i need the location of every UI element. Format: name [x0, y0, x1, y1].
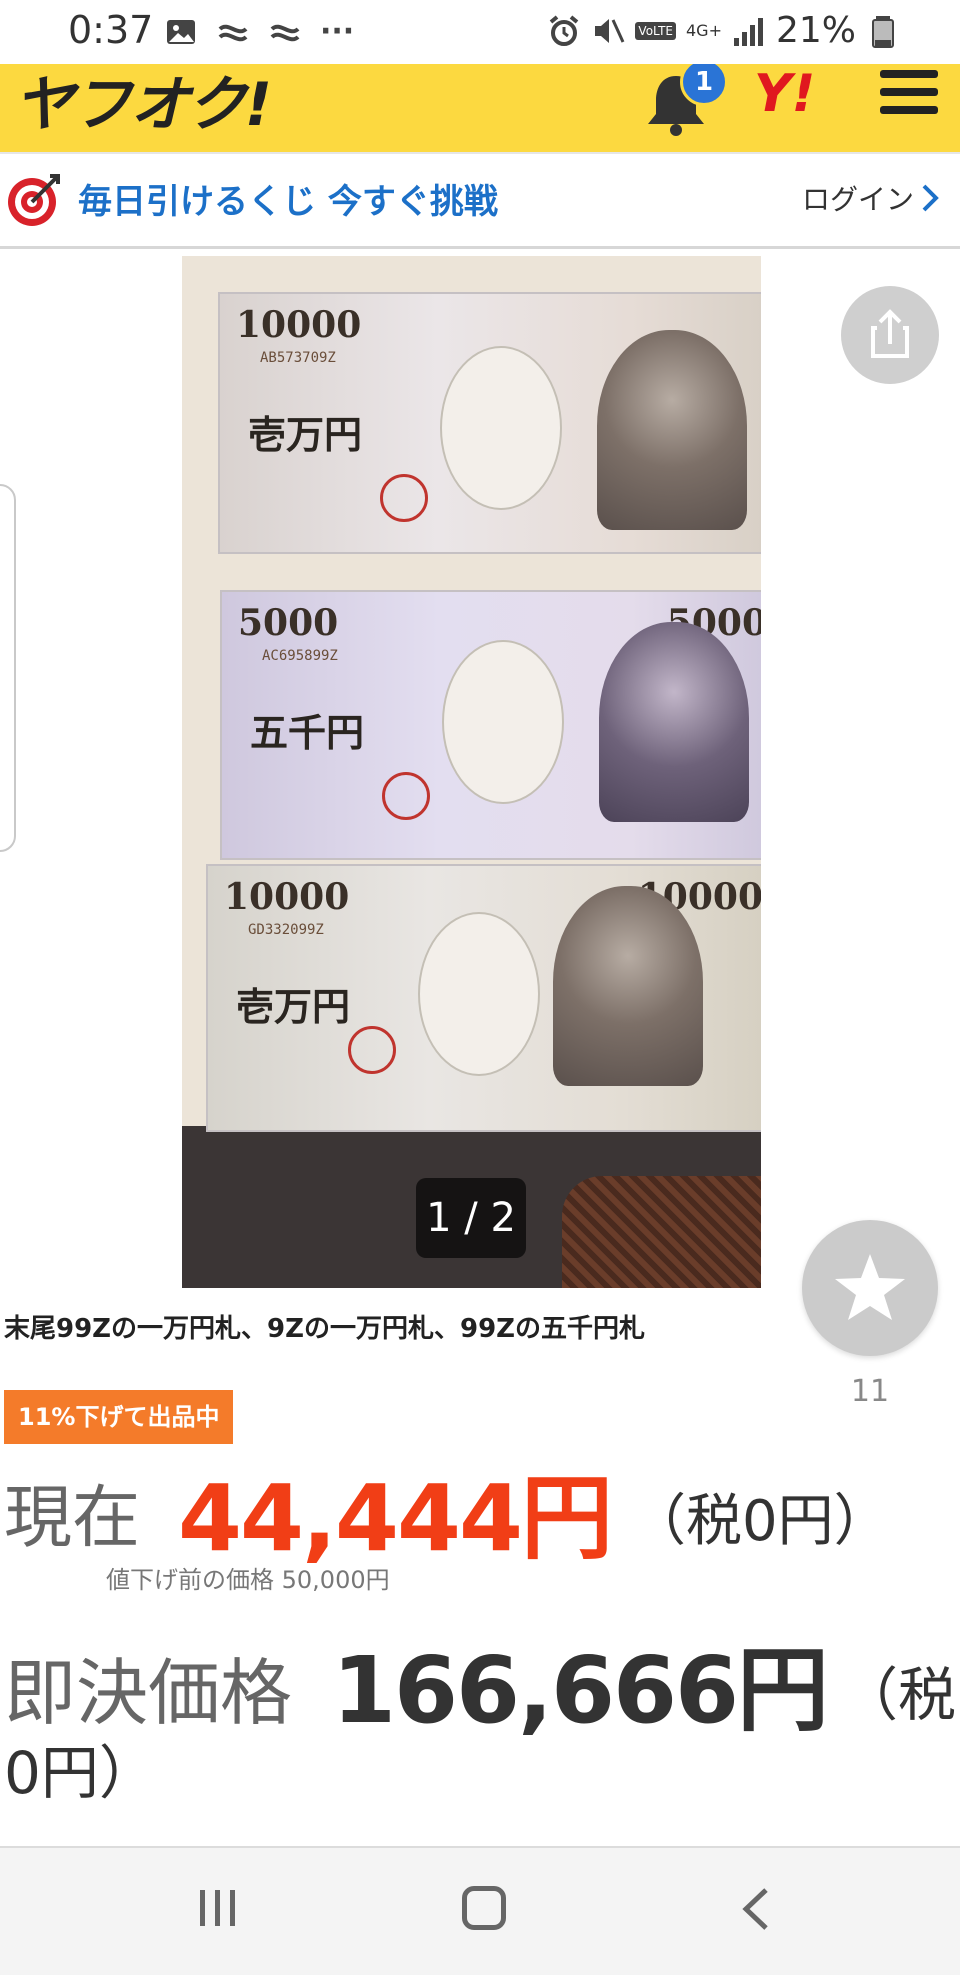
note-serial: AB573709Z [260, 350, 336, 366]
login-link[interactable]: ログイン [802, 178, 940, 218]
note-watermark [442, 640, 564, 804]
fan-icon [218, 24, 248, 41]
note-kanji: 壱万円 [248, 412, 363, 457]
image-counter: 1 / 2 [416, 1178, 526, 1258]
watchlist-count: 11 [850, 1374, 890, 1409]
item-title: 末尾99Zの一万円札、9Zの一万円札、99Zの五千円札 [4, 1314, 646, 1344]
fan-icon-2 [270, 24, 300, 41]
notification-badge: 1 [680, 64, 728, 106]
share-icon [871, 309, 909, 358]
status-time: 0:37 [68, 8, 154, 52]
current-price: 44,444円 [178, 1465, 613, 1572]
banknote-5000: 5000 5000 AC695899Z 五千円 [220, 590, 761, 860]
price-before-discount: 値下げ前の価格 50,000円 [106, 1566, 390, 1594]
gallery-icon [167, 19, 195, 44]
status-notification-icons: ··· [164, 14, 354, 49]
buyout-price-label: 即決価格 [4, 1651, 293, 1735]
more-notifications-icon: ··· [320, 14, 355, 49]
status-bar: 0:37 ··· VoLTE 4G+ 21% [0, 0, 960, 64]
buyout-tax-part2: 0円） [4, 1739, 157, 1807]
yafuoku-logo[interactable]: ヤフオク! [14, 64, 272, 143]
yahoo-logo[interactable]: Y! [754, 64, 815, 124]
banknote-10000-top: 10000 AB573709Z 壱万円 [218, 292, 761, 554]
photo-basket [562, 1176, 761, 1288]
note-denomination: 10000 [236, 304, 362, 346]
home-icon[interactable] [462, 1886, 506, 1930]
banknote-10000-bottom: 10000 10000 GD332099Z 壱万円 [206, 864, 761, 1132]
side-drawer-handle[interactable] [0, 484, 16, 852]
login-label[interactable]: ログイン [802, 178, 914, 218]
note-serial: GD332099Z [248, 922, 324, 938]
note-watermark [440, 346, 562, 510]
note-portrait [597, 330, 747, 530]
star-icon [835, 1254, 905, 1320]
note-seal [348, 1026, 396, 1074]
current-price-tax: （税0円） [630, 1489, 890, 1554]
item-photo[interactable]: 10000 AB573709Z 壱万円 5000 5000 AC695899Z … [182, 256, 761, 1288]
chevron-right-icon [922, 184, 939, 212]
target-icon [8, 174, 60, 226]
note-kanji: 五千円 [250, 710, 365, 755]
recent-apps-icon[interactable] [196, 1886, 240, 1930]
note-denomination: 10000 [224, 876, 350, 918]
battery-percent: 21% [775, 10, 856, 51]
note-portrait [553, 886, 703, 1086]
hamburger-menu-icon[interactable] [880, 70, 938, 128]
note-watermark [418, 912, 540, 1076]
discount-tag: 11%下げて出品中 [4, 1390, 234, 1444]
lottery-promo-text[interactable]: 毎日引けるくじ 今すぐ挑戦 [78, 174, 498, 223]
note-denomination: 5000 [238, 602, 339, 644]
buyout-price: 166,666円 [332, 1637, 829, 1744]
note-seal [382, 772, 430, 820]
buyout-tax-part1: （税 [840, 1661, 957, 1729]
note-portrait [599, 622, 749, 822]
alarm-icon [550, 14, 579, 46]
note-seal [380, 474, 428, 522]
share-button[interactable] [841, 286, 939, 384]
mute-icon [595, 18, 625, 43]
signal-icon [733, 17, 763, 46]
note-kanji: 壱万円 [236, 984, 351, 1029]
volte-icon: VoLTE [635, 21, 676, 40]
watchlist-button[interactable] [802, 1220, 938, 1356]
lottery-promo-bar[interactable]: 毎日引けるくじ 今すぐ挑戦 ログイン [0, 152, 960, 249]
note-serial: AC695899Z [262, 648, 338, 664]
android-navigation-bar [0, 1846, 960, 1975]
current-price-label: 現在 [4, 1479, 141, 1558]
site-header: ヤフオク! 1 Y! [0, 64, 960, 152]
status-right: VoLTE 4G+ 21% [547, 10, 900, 51]
network-type: 4G+ [686, 21, 722, 40]
battery-icon [872, 15, 894, 48]
back-icon[interactable] [738, 1884, 772, 1934]
